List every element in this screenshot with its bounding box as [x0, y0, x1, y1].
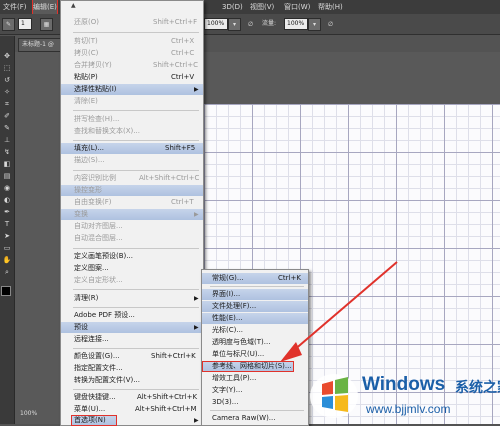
watermark: Windows 系统之家 www.bjjmlv.com — [300, 364, 500, 424]
watermark-brand: Windows — [362, 374, 446, 395]
annotation-arrow — [280, 261, 398, 362]
watermark-suffix: 系统之家 — [455, 380, 500, 396]
watermark-url: www.bjjmlv.com — [366, 402, 451, 416]
annotation-arrow-line — [285, 261, 398, 358]
windows-logo-icon — [310, 374, 358, 418]
